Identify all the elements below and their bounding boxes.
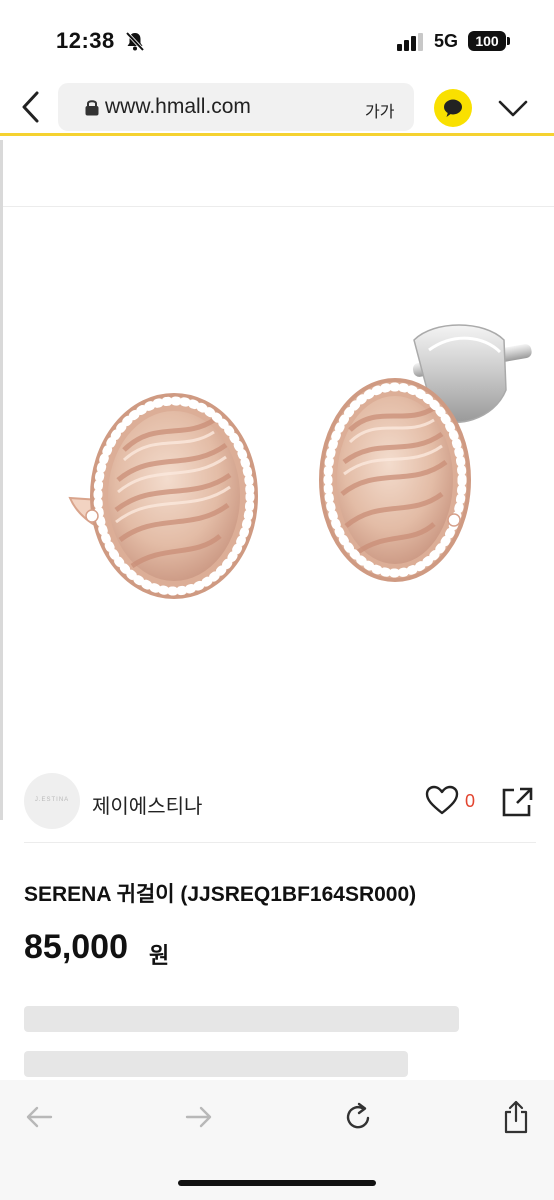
product-title: SERENA 귀걸이 (JJSREQ1BF164SR000) [24, 883, 417, 906]
seller-logo-text: J.ESTINA [34, 797, 70, 803]
like-count: 0 [465, 791, 476, 811]
loading-placeholder [24, 1051, 408, 1077]
heart-icon[interactable] [424, 784, 460, 816]
network-type: 5G [434, 31, 459, 51]
bell-muted-icon [125, 31, 145, 52]
chevron-down-icon[interactable] [497, 96, 529, 120]
left-earring [68, 393, 258, 599]
header-divider [0, 206, 554, 207]
battery-tip [507, 37, 510, 45]
lock-icon [85, 100, 99, 116]
reload-icon[interactable] [342, 1101, 374, 1133]
chat-bubble-icon [444, 99, 462, 117]
right-earring [319, 324, 532, 582]
status-time: 12:38 [56, 28, 115, 53]
signal-icon [397, 33, 423, 51]
price-currency: 원 [149, 943, 170, 968]
loading-placeholder [24, 1006, 459, 1032]
text-size-button[interactable]: 가가 [365, 98, 394, 122]
seller-divider [24, 842, 536, 843]
arrow-left-icon[interactable] [24, 1103, 54, 1131]
share-icon[interactable] [500, 785, 534, 819]
page-load-bar [0, 133, 554, 136]
share-upload-icon[interactable] [501, 1099, 531, 1135]
battery-indicator: 100 [468, 31, 506, 51]
product-price: 85,000 [24, 928, 128, 966]
side-panel-edge [0, 140, 3, 820]
kakaotalk-button[interactable] [434, 89, 472, 127]
url-text[interactable]: www.hmall.com [105, 95, 251, 119]
arrow-right-icon[interactable] [184, 1103, 214, 1131]
back-icon[interactable] [16, 90, 46, 124]
seller-name[interactable]: 제이에스티나 [92, 790, 202, 819]
home-indicator[interactable] [178, 1180, 376, 1186]
product-image[interactable] [14, 240, 544, 720]
